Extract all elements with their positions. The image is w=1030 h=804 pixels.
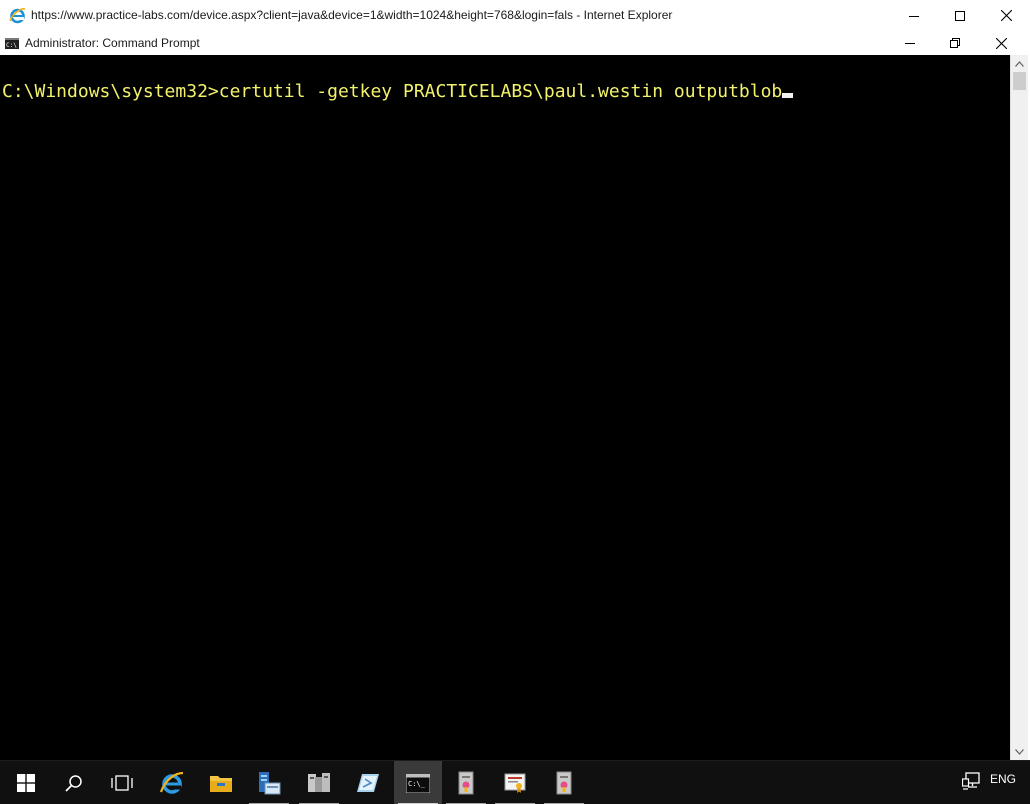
administrative-tools-icon [308,773,330,792]
scroll-up-button[interactable] [1011,55,1028,72]
chevron-down-icon [1015,748,1024,755]
taskbar-administrative-tools[interactable] [295,761,343,804]
certificate-templates-icon [556,771,572,795]
taskbar-server-manager[interactable] [245,761,293,804]
browser-close-button[interactable] [983,0,1029,31]
console-command-line: C:\Windows\system32>certutil -getkey PRA… [2,81,794,103]
start-icon [17,774,35,792]
cmd-window-title: Administrator: Command Prompt [25,36,200,50]
task-view-button[interactable] [98,761,146,804]
close-icon [995,37,1007,49]
restore-icon [950,38,960,48]
internet-explorer-icon [159,771,184,794]
network-icon[interactable] [962,772,982,790]
start-button[interactable] [2,761,50,804]
taskbar-internet-explorer[interactable] [148,761,196,804]
taskbar-certificate-templates[interactable] [540,761,588,804]
cmd-restore-button[interactable] [932,31,978,55]
chevron-up-icon [1015,60,1024,67]
certificate-store-icon [458,771,474,795]
taskbar-certificate-store[interactable] [442,761,490,804]
minimize-icon [905,43,915,44]
search-button[interactable] [50,761,98,804]
console-area[interactable]: C:\Windows\system32>certutil -getkey PRA… [0,55,1010,760]
cmd-close-button[interactable] [978,31,1024,55]
minimize-icon [909,15,919,17]
browser-title-bar[interactable]: https://www.practice-labs.com/device.asp… [0,0,1030,31]
taskbar-certification-authority[interactable] [491,761,539,804]
taskbar-command-prompt[interactable]: C:\_ [394,761,442,804]
console-command: certutil -getkey PRACTICELABS\paul.westi… [218,81,783,102]
command-prompt-icon: C:\_ [406,773,430,793]
browser-minimize-button[interactable] [891,0,937,31]
console-prompt: C:\Windows\system32> [2,81,219,102]
internet-explorer-icon [9,8,26,24]
file-explorer-icon [210,776,232,792]
language-indicator[interactable]: ENG [990,772,1016,786]
close-icon [1000,10,1012,21]
text-cursor [782,93,794,98]
taskbar-powershell-ise[interactable] [344,761,392,804]
cmd-title-bar[interactable]: C:\ Administrator: Command Prompt [0,31,1030,55]
maximize-icon [955,10,965,21]
svg-text:C:\: C:\ [6,42,17,49]
svg-text:C:\_: C:\_ [408,780,426,788]
vertical-scrollbar[interactable] [1010,55,1028,760]
taskbar-file-explorer[interactable] [197,761,245,804]
scroll-thumb[interactable] [1013,72,1026,90]
browser-title: https://www.practice-labs.com/device.asp… [31,8,673,22]
certification-authority-icon [504,773,526,793]
command-prompt-icon: C:\ [5,38,19,49]
browser-maximize-button[interactable] [937,0,983,31]
powershell-ise-icon [357,774,379,792]
search-icon [65,775,82,792]
server-manager-icon [259,772,281,795]
scroll-down-button[interactable] [1011,743,1028,760]
taskbar: C:\_ [0,760,1030,804]
task-view-icon [111,775,133,791]
cmd-minimize-button[interactable] [887,31,933,55]
